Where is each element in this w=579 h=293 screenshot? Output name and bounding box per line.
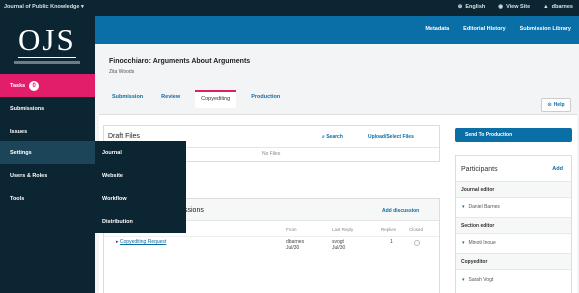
- draft-files-title: Draft Files: [108, 133, 140, 140]
- help-button[interactable]: ⊙ Help: [541, 98, 571, 112]
- submenu-item-journal[interactable]: Journal: [95, 141, 186, 164]
- workflow-tabs: Submission Review Copyediting Production: [109, 90, 283, 108]
- tab-production[interactable]: Production: [248, 90, 283, 108]
- participants-panel: Participants Add Journal editor ▾ Daniel …: [455, 155, 572, 293]
- sidebar-item-submissions[interactable]: Submissions: [0, 97, 95, 120]
- language-menu[interactable]: ⊕ English: [458, 4, 485, 10]
- tab-submission[interactable]: Submission: [109, 90, 146, 108]
- help-icon: ⊙: [547, 102, 552, 108]
- user-menu[interactable]: ▲ dbarnes: [543, 4, 573, 10]
- discussion-from: dbarnes Jul/30: [286, 239, 304, 251]
- add-discussion-link[interactable]: Add discussion: [382, 208, 419, 214]
- column-header-replies: Replies: [381, 227, 397, 232]
- no-files-message: No Files: [262, 151, 281, 157]
- sidebar-item-tools[interactable]: Tools: [0, 187, 95, 210]
- reply-date: Jul/30: [332, 245, 346, 251]
- view-site-link[interactable]: ◉ View Site: [498, 4, 530, 10]
- sidebar-item-settings[interactable]: Settings: [0, 141, 95, 164]
- closed-checkbox[interactable]: [414, 240, 420, 246]
- logo-tagline: [14, 61, 80, 64]
- sidebar-item-issues[interactable]: Issues: [0, 120, 95, 143]
- sidebar: OJS Tasks 0 Submissions Issues Settings …: [0, 16, 95, 293]
- sidebar-item-label: Tasks: [10, 82, 26, 89]
- role-header-section-editor: Section editor: [456, 217, 571, 234]
- submission-header: Metadata Editorial History Submission Li…: [95, 16, 579, 44]
- sidebar-item-tasks[interactable]: Tasks 0: [0, 74, 95, 97]
- role-header-copyeditor: Copyeditor: [456, 253, 571, 270]
- submission-library-link[interactable]: Submission Library: [520, 26, 571, 32]
- participant-name: Minoti Inoue: [468, 240, 496, 246]
- globe-icon: ⊕: [457, 4, 463, 10]
- upload-select-files-link[interactable]: Upload/Select Files: [368, 134, 414, 140]
- participant-name: Daniel Barnes: [468, 204, 500, 210]
- sidebar-item-label: Issues: [10, 128, 28, 135]
- participant-item[interactable]: ▾ Daniel Barnes: [462, 204, 500, 210]
- chevron-down-icon: ▾: [462, 204, 465, 210]
- discussion-title-link[interactable]: Copyediting Request: [120, 239, 166, 245]
- editorial-history-link[interactable]: Editorial History: [463, 26, 505, 32]
- sidebar-item-users-roles[interactable]: Users & Roles: [0, 164, 95, 187]
- sidebar-item-label: Users & Roles: [10, 172, 48, 179]
- submission-title: Finocchiaro: Arguments About Arguments: [109, 58, 251, 65]
- chevron-down-icon: ▾: [462, 277, 465, 283]
- tab-review[interactable]: Review: [158, 90, 183, 108]
- participant-name: Sarah Vogt: [468, 277, 494, 283]
- journal-name: Journal of Public Knowledge: [4, 4, 80, 10]
- chevron-down-icon: ▾: [81, 4, 84, 10]
- chevron-down-icon: ▾: [462, 240, 465, 246]
- discussion-last-reply: svogt Jul/30: [332, 239, 345, 251]
- tab-copyediting[interactable]: Copyediting: [195, 90, 237, 108]
- sidebar-item-label: Tools: [10, 195, 25, 202]
- submenu-item-distribution[interactable]: Distribution: [95, 210, 186, 233]
- role-header-journal-editor: Journal editor: [456, 181, 571, 198]
- ojs-logo[interactable]: OJS: [0, 16, 95, 74]
- participant-item[interactable]: ▾ Sarah Vogt: [462, 277, 493, 283]
- from-date: Jul/30: [286, 245, 300, 251]
- send-to-production-button[interactable]: Send To Production: [455, 128, 572, 142]
- submission-author: Zita Woods: [109, 69, 135, 75]
- submenu-item-workflow[interactable]: Workflow: [95, 187, 186, 210]
- sidebar-item-label: Settings: [10, 149, 32, 156]
- row-divider: [104, 236, 439, 237]
- participant-item[interactable]: ▾ Minoti Inoue: [462, 240, 496, 246]
- submenu-item-website[interactable]: Website: [95, 164, 186, 187]
- column-header-from: From: [286, 227, 297, 232]
- logo-text: OJS: [18, 22, 76, 57]
- table-row[interactable]: ▸ Copyediting Request: [116, 239, 166, 245]
- eye-icon: ◉: [498, 4, 504, 10]
- column-header-closed: Closed: [409, 227, 424, 232]
- add-participant-link[interactable]: Add: [552, 166, 563, 172]
- user-icon: ▲: [543, 4, 549, 10]
- logo-divider: [18, 57, 76, 58]
- search-files-link[interactable]: ⌕ Search: [322, 134, 343, 140]
- sidebar-item-label: Submissions: [10, 105, 45, 112]
- view-site-label: View Site: [506, 4, 531, 10]
- top-bar: Journal of Public Knowledge ▾ ⊕ English …: [0, 0, 579, 16]
- tasks-count-badge: 0: [29, 80, 40, 91]
- user-name: dbarnes: [551, 4, 573, 10]
- metadata-link[interactable]: Metadata: [425, 26, 449, 32]
- participants-title: Participants: [461, 166, 498, 173]
- search-label: Search: [326, 134, 343, 140]
- journal-switcher[interactable]: Journal of Public Knowledge ▾: [4, 4, 84, 10]
- discussions-title: ssions: [184, 207, 204, 214]
- language-label: English: [465, 4, 486, 10]
- column-header-last-reply: Last Reply: [332, 227, 354, 232]
- help-label: Help: [553, 102, 565, 108]
- settings-submenu: Journal Website Workflow Distribution: [95, 141, 186, 233]
- discussion-replies: 1: [390, 239, 393, 245]
